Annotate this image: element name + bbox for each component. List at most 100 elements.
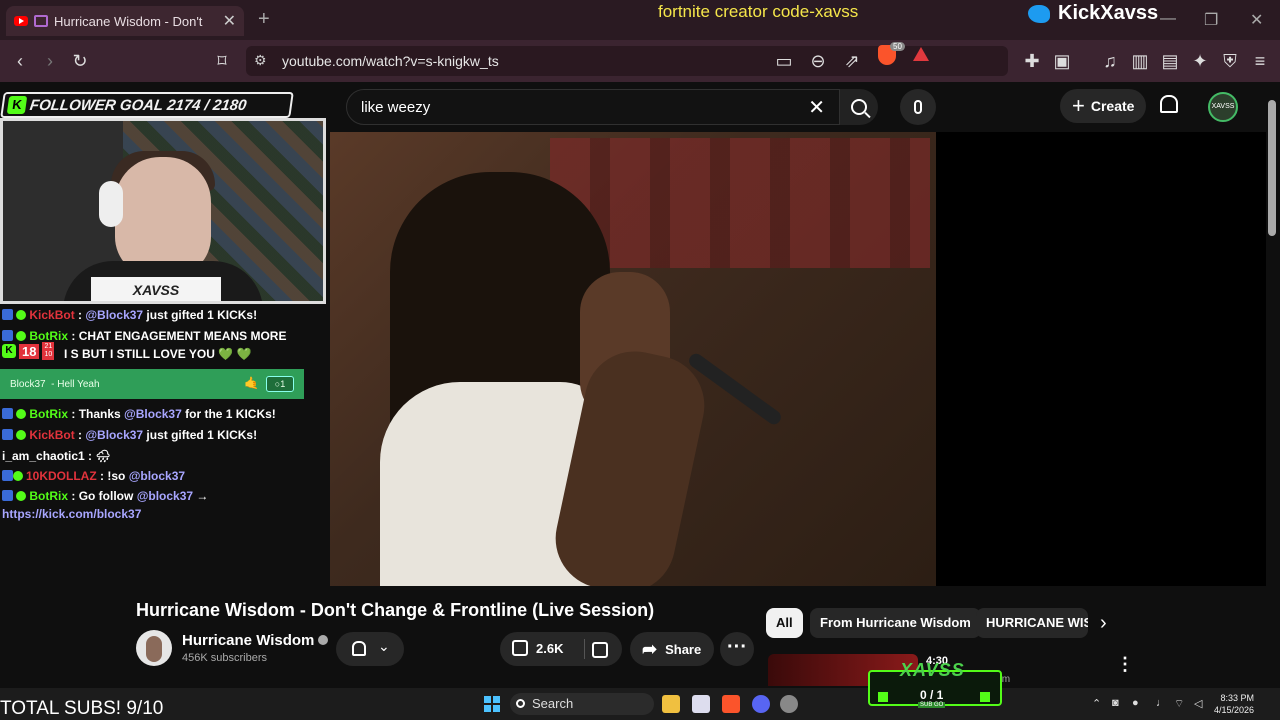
chip-all[interactable]: All — [766, 608, 803, 638]
maximize-button[interactable]: ❐ — [1204, 10, 1218, 30]
chevron-right-icon[interactable]: › — [1100, 612, 1107, 635]
chat-badge-icon — [2, 470, 13, 481]
menu-icon[interactable]: ≡ — [1248, 49, 1272, 73]
cast-icon[interactable]: ▭ — [772, 49, 796, 73]
brave-rewards-icon[interactable] — [913, 47, 929, 61]
sub-goal-right-marker — [980, 692, 990, 702]
chat-separator: : — [68, 329, 79, 343]
brave-browser-icon[interactable] — [722, 695, 740, 713]
browser-tab-youtube[interactable]: Hurricane Wisdom - Don't Ch ✕ — [6, 6, 244, 36]
browser-tab-bar: Hurricane Wisdom - Don't Ch ✕ + fortnite… — [0, 0, 1280, 40]
discord-icon[interactable] — [752, 695, 770, 713]
verified-badge-icon — [16, 331, 27, 341]
music-icon[interactable]: ♫ — [1098, 49, 1122, 73]
create-button[interactable]: + Create — [1060, 89, 1146, 123]
store-icon[interactable] — [692, 695, 710, 713]
bell-icon — [352, 641, 366, 656]
search-query[interactable]: like weezy — [361, 99, 430, 116]
search-input[interactable]: like weezy ✕ — [346, 89, 840, 125]
chat-message-continued: I S BUT I STILL LOVE YOU 💚 💚 — [64, 347, 252, 361]
chat-message: BotRix : Thanks @Block37 for the 1 KICKs… — [2, 407, 276, 421]
channel-avatar[interactable] — [136, 630, 172, 666]
chat-username: BotRix — [29, 329, 69, 343]
subscription-bell-button[interactable]: ⌄ — [336, 632, 404, 666]
vpn-icon[interactable]: ⛨ — [1218, 49, 1242, 73]
close-window-button[interactable]: ✕ — [1250, 10, 1263, 30]
tab-close-icon[interactable]: ✕ — [223, 11, 236, 31]
share-button[interactable]: ➦ Share — [630, 632, 714, 666]
sub-goal-left-marker — [878, 692, 888, 702]
minimize-button[interactable]: — — [1160, 10, 1176, 28]
voice-search-button[interactable] — [900, 89, 936, 125]
chat-badge-icon — [2, 429, 13, 440]
taskbar-search[interactable]: Search — [510, 693, 654, 715]
tab-title: Hurricane Wisdom - Don't Ch — [54, 13, 204, 29]
share-label: Share — [665, 641, 702, 657]
tray-app2-icon[interactable]: ● — [1132, 697, 1139, 709]
creator-code-overlay: fortnite creator code-xavss — [658, 2, 859, 21]
obs-icon[interactable] — [780, 695, 798, 713]
leo-ai-icon[interactable]: ✦ — [1188, 49, 1212, 73]
tab-media-icon — [34, 15, 48, 27]
site-info-icon[interactable]: ⚙ — [254, 52, 267, 69]
url-text[interactable]: youtube.com/watch?v=s-knigkw_ts — [282, 53, 499, 69]
like-divider — [584, 639, 585, 659]
more-actions-button[interactable]: ··· — [720, 632, 754, 666]
microphone-tray-icon[interactable]: ♩ — [1156, 697, 1167, 709]
back-arrow-icon[interactable]: ‹ — [8, 49, 32, 73]
chat-badge-icon — [2, 330, 13, 341]
sub-goal-overlay: XAVSS 0 / 1 SUB GO — [868, 660, 1002, 708]
channel-name[interactable]: Hurricane Wisdom — [182, 632, 329, 649]
extensions-icon[interactable]: ✚ — [1020, 49, 1044, 73]
like-thumb-icon[interactable] — [512, 640, 528, 656]
chat-message: i_am_chaotic1 : 🌧 — [2, 449, 111, 463]
search-icon — [516, 699, 525, 708]
chat-text-tail: for the 1 KICKs! — [181, 407, 276, 421]
chat-username: KickBot — [29, 308, 75, 322]
new-tab-button[interactable]: + — [258, 8, 270, 31]
follower-goal-bar: K FOLLOWER GOAL 2174 / 2180 — [0, 92, 294, 118]
headset-icon — [99, 181, 123, 227]
windows-start-icon[interactable] — [484, 696, 500, 712]
clear-search-icon[interactable]: ✕ — [808, 95, 825, 120]
chat-link[interactable]: https://kick.com/block37 — [2, 507, 141, 521]
page-scrollbar[interactable] — [1268, 100, 1276, 236]
chat-separator: : — [74, 308, 86, 322]
bookmark-icon[interactable]: ⌑ — [210, 49, 234, 73]
forward-arrow-icon[interactable]: › — [38, 49, 62, 73]
file-explorer-icon[interactable] — [662, 695, 680, 713]
sidebar-icon[interactable]: ▥ — [1128, 49, 1152, 73]
notifications-bell-icon[interactable] — [1160, 95, 1178, 113]
video-player[interactable] — [330, 132, 1266, 586]
zoom-icon[interactable]: ⊖ — [806, 49, 830, 73]
pinned-badge: ○1 — [266, 376, 294, 392]
tray-app-icon[interactable]: ◙ — [1112, 697, 1119, 709]
chip-from-channel[interactable]: From Hurricane Wisdom — [810, 608, 981, 638]
follower-goal-text: FOLLOWER GOAL 2174 / 2180 — [28, 96, 248, 114]
chat-badge-icon — [2, 408, 13, 419]
related-more-icon[interactable]: ⋮ — [1116, 654, 1134, 675]
wallet-icon[interactable]: ▤ — [1158, 49, 1182, 73]
chip-hurricane[interactable]: HURRICANE WIS — [976, 608, 1088, 638]
chat-text: !so — [107, 469, 129, 483]
volume-icon[interactable]: ◁ — [1194, 697, 1202, 710]
reader-mode-icon[interactable]: ▣ — [1050, 49, 1074, 73]
like-count[interactable]: 2.6K — [536, 641, 563, 656]
share-arrow-icon: ➦ — [642, 638, 658, 659]
windows-taskbar: Search ⌃ ◙ ● ♩ ⌔ ◁ 8:33 PM 4/15/2026 — [0, 688, 1280, 720]
chat-text: Go follow — [78, 489, 137, 503]
plus-icon: + — [1072, 93, 1085, 118]
chat-mention: @block37 — [136, 489, 194, 503]
channel-name-text[interactable]: Hurricane Wisdom — [182, 632, 314, 649]
chat-separator: : — [96, 469, 108, 483]
account-avatar[interactable]: XAVSS — [1208, 92, 1238, 122]
tray-chevron-icon[interactable]: ⌃ — [1092, 697, 1101, 710]
network-icon[interactable]: ⌔ — [1174, 697, 1184, 711]
dislike-thumb-icon[interactable] — [592, 642, 608, 658]
chat-message: 10KDOLLAZ : !so @block37 — [2, 469, 185, 483]
search-button[interactable] — [840, 89, 878, 125]
reload-icon[interactable]: ↻ — [68, 49, 92, 73]
chat-text: just gifted 1 KICKs! — [143, 428, 258, 442]
share-page-icon[interactable]: ⇗ — [840, 49, 864, 73]
system-clock[interactable]: 8:33 PM 4/15/2026 — [1214, 692, 1254, 716]
